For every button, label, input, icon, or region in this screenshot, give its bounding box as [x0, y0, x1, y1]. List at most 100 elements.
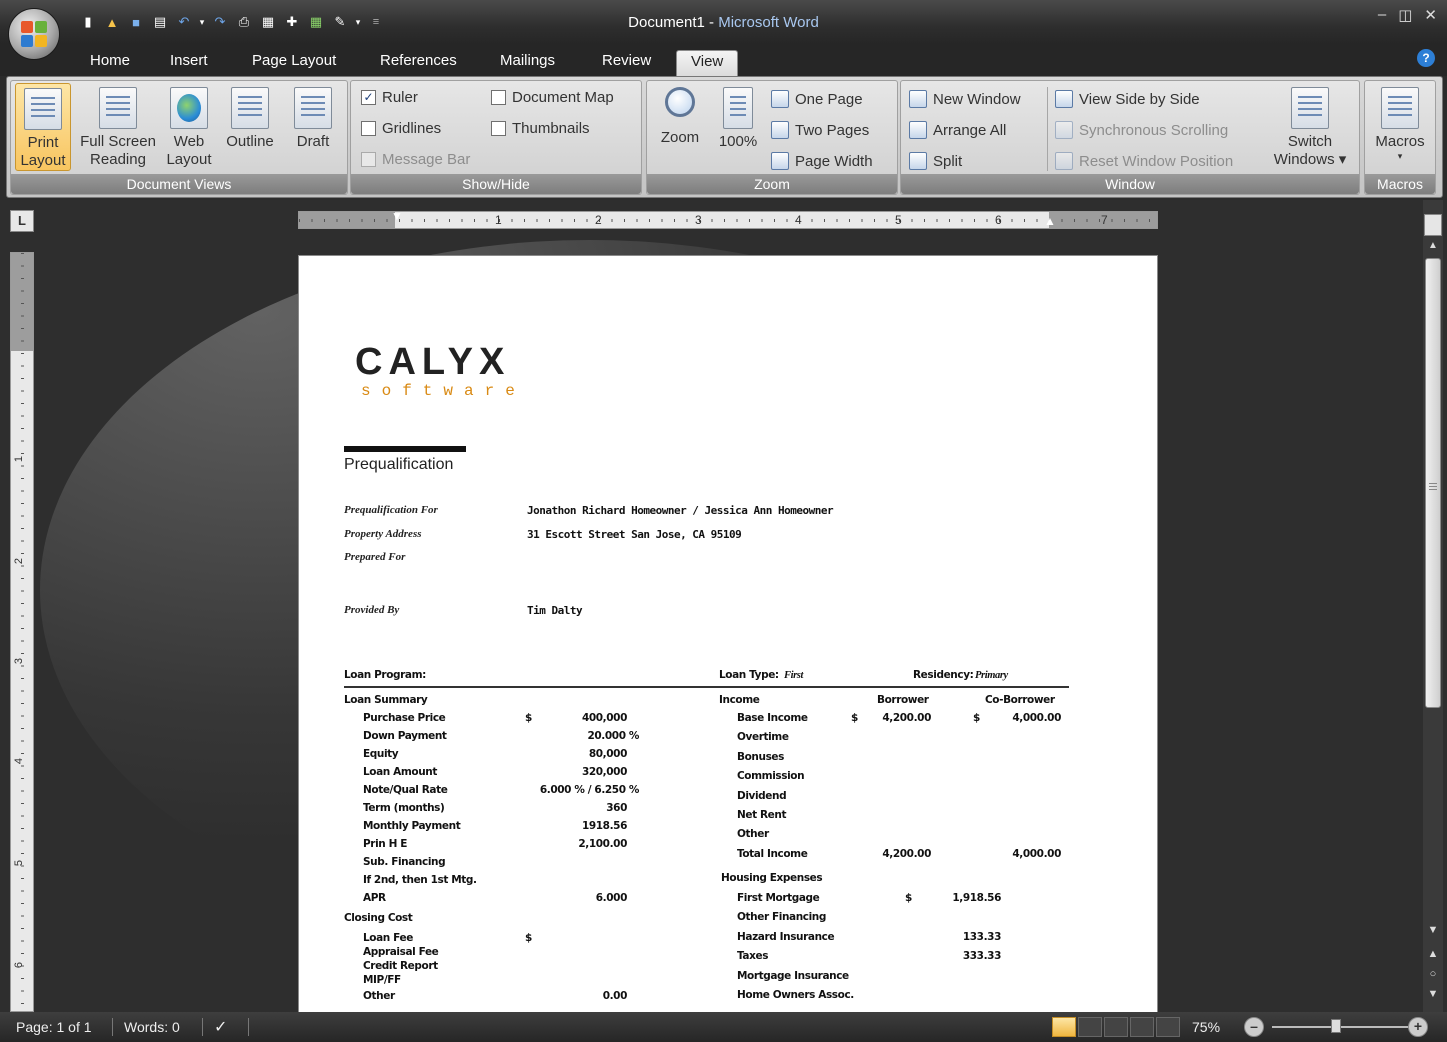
draft-view-icon[interactable]	[1156, 1017, 1180, 1037]
loan-program-label: Loan Program:	[344, 669, 426, 681]
zoom-out-icon[interactable]: –	[1244, 1017, 1264, 1037]
logo-main-text: CALYX	[355, 341, 511, 383]
minimize-icon[interactable]: –	[1378, 6, 1386, 24]
proofing-icon[interactable]: ✓	[214, 1017, 227, 1037]
zoom-level[interactable]: 75%	[1192, 1019, 1220, 1035]
previous-page-icon[interactable]: ▲	[1425, 946, 1441, 962]
view-ruler-toggle-button[interactable]	[1424, 214, 1442, 236]
scroll-track[interactable]	[1425, 258, 1441, 918]
office-button[interactable]	[8, 8, 60, 60]
new-window-button[interactable]: New Window	[909, 87, 1021, 111]
income-label: Overtime	[737, 731, 789, 743]
gridlines-checkbox-row[interactable]: Gridlines	[361, 116, 441, 140]
zoom-slider[interactable]	[1272, 1019, 1412, 1033]
tab-view[interactable]: View	[676, 50, 739, 76]
next-page-icon[interactable]: ▼	[1425, 986, 1441, 1002]
horizontal-ruler[interactable]: 1 2 3 4 5 6 7 ▼ ▲	[298, 209, 1158, 229]
indent-marker-icon[interactable]: ▼	[391, 209, 403, 223]
print-layout-view-icon[interactable]	[1052, 1017, 1076, 1037]
residency-value-text: Primary	[975, 670, 1008, 681]
income-coborrower: 4,000.00	[1012, 712, 1061, 724]
zoom-100-button[interactable]: 100%	[713, 83, 763, 171]
group-show-hide: ✓ Ruler Gridlines Message Bar Document M…	[350, 80, 642, 195]
web-layout-view-icon[interactable]	[1104, 1017, 1128, 1037]
loan-type-value-text: First	[784, 670, 804, 681]
closing-value: 0.00	[602, 990, 628, 1002]
macros-dropdown-icon[interactable]: ▾	[1369, 151, 1431, 161]
new-window-label: New Window	[933, 90, 1021, 108]
print-layout-button[interactable]: Print Layout	[15, 83, 71, 171]
ruler-checkbox-row[interactable]: ✓ Ruler	[361, 85, 418, 109]
outline-button[interactable]: Outline	[219, 83, 281, 171]
tab-page-layout[interactable]: Page Layout	[238, 50, 350, 76]
help-icon[interactable]: ?	[1417, 49, 1435, 67]
one-page-button[interactable]: One Page	[771, 87, 863, 111]
full-screen-reading-button[interactable]: Full Screen Reading	[77, 83, 159, 171]
document-map-checkbox[interactable]	[491, 89, 506, 105]
split-button[interactable]: Split	[909, 149, 962, 173]
gridlines-checkbox[interactable]	[361, 120, 376, 136]
view-side-by-side-button[interactable]: View Side by Side	[1055, 87, 1200, 111]
field-label: Prequalification For	[344, 504, 438, 516]
vruler-number: 5	[13, 859, 26, 867]
document-title: Document1	[628, 14, 705, 31]
zoom-slider-thumb[interactable]	[1330, 1019, 1341, 1033]
close-icon[interactable]: ✕	[1424, 6, 1437, 24]
vertical-scrollbar[interactable]: ▲ ▼ ▲ ○ ▼	[1423, 200, 1443, 1012]
web-layout-button[interactable]: Web Layout	[163, 83, 215, 171]
restore-icon[interactable]: ◫	[1398, 6, 1412, 24]
outline-icon	[231, 87, 269, 129]
closing-label: MIP/FF	[363, 974, 401, 986]
scroll-up-icon[interactable]: ▲	[1425, 240, 1441, 254]
full-screen-view-icon[interactable]	[1078, 1017, 1102, 1037]
vruler-number: 2	[13, 557, 26, 565]
field-value: 31 Escott Street San Jose, CA 95109	[527, 528, 742, 541]
income-coborrower: 4,000.00	[1012, 848, 1061, 860]
page-count[interactable]: Page: 1 of 1	[16, 1019, 92, 1035]
magnifier-icon	[665, 87, 695, 117]
select-browse-object-icon[interactable]: ○	[1425, 966, 1441, 982]
document-map-checkbox-row[interactable]: Document Map	[491, 85, 614, 109]
page-width-button[interactable]: Page Width	[771, 149, 873, 173]
tab-selector-button[interactable]: L	[10, 210, 34, 232]
closing-label: Credit Report	[363, 960, 438, 972]
scroll-down-icon[interactable]: ▼	[1425, 922, 1441, 938]
field-label: Prepared For	[344, 551, 406, 563]
income-borrower: 4,200.00	[882, 712, 931, 724]
housing-value: 133.33	[962, 931, 1002, 943]
right-indent-marker-icon[interactable]: ▲	[1044, 214, 1056, 228]
document-page[interactable]: CALYX software Prequalification Prequali…	[298, 255, 1158, 1012]
summary-label: Note/Qual Rate	[363, 784, 448, 796]
thumbnails-checkbox-row[interactable]: Thumbnails	[491, 116, 590, 140]
tab-review[interactable]: Review	[588, 50, 665, 76]
scroll-thumb[interactable]	[1425, 258, 1441, 708]
two-pages-button[interactable]: Two Pages	[771, 118, 869, 142]
loan-type-label: Loan Type:	[719, 669, 779, 681]
housing-dollar: $	[905, 892, 912, 904]
document-heading: Prequalification	[344, 456, 454, 473]
ruler-number: 7	[1101, 213, 1108, 227]
zoom-button[interactable]: Zoom	[653, 83, 707, 171]
tab-mailings[interactable]: Mailings	[486, 50, 569, 76]
tab-references[interactable]: References	[366, 50, 471, 76]
housing-value: 1,918.56	[952, 892, 1001, 904]
housing-label: Mortgage Insurance	[737, 970, 849, 982]
print-layout-icon	[24, 88, 62, 130]
vruler-number: 3	[13, 657, 26, 665]
tab-insert[interactable]: Insert	[156, 50, 222, 76]
tab-home[interactable]: Home	[76, 50, 144, 76]
summary-value: 1918.56	[581, 820, 627, 832]
macros-button[interactable]: Macros ▾	[1369, 83, 1431, 171]
switch-windows-button[interactable]: Switch Windows ▾	[1267, 83, 1353, 171]
word-count[interactable]: Words: 0	[124, 1019, 180, 1035]
thumbnails-checkbox[interactable]	[491, 120, 506, 136]
title-bar: ▮ ▲ ■ ▤ ↶ ▾ ↷ ⎙ ▦ ✚ ▦ ✎ ▾ ≡ Document1 - …	[0, 0, 1447, 44]
draft-button[interactable]: Draft	[285, 83, 341, 171]
side-by-side-label: View Side by Side	[1079, 90, 1200, 108]
arrange-all-button[interactable]: Arrange All	[909, 118, 1006, 142]
zoom-in-icon[interactable]: +	[1408, 1017, 1428, 1037]
message-bar-checkbox-row: Message Bar	[361, 147, 470, 171]
ruler-checkbox[interactable]: ✓	[361, 89, 376, 105]
vertical-ruler[interactable]: 1 2 3 4 5 6	[10, 252, 34, 1012]
outline-view-icon[interactable]	[1130, 1017, 1154, 1037]
